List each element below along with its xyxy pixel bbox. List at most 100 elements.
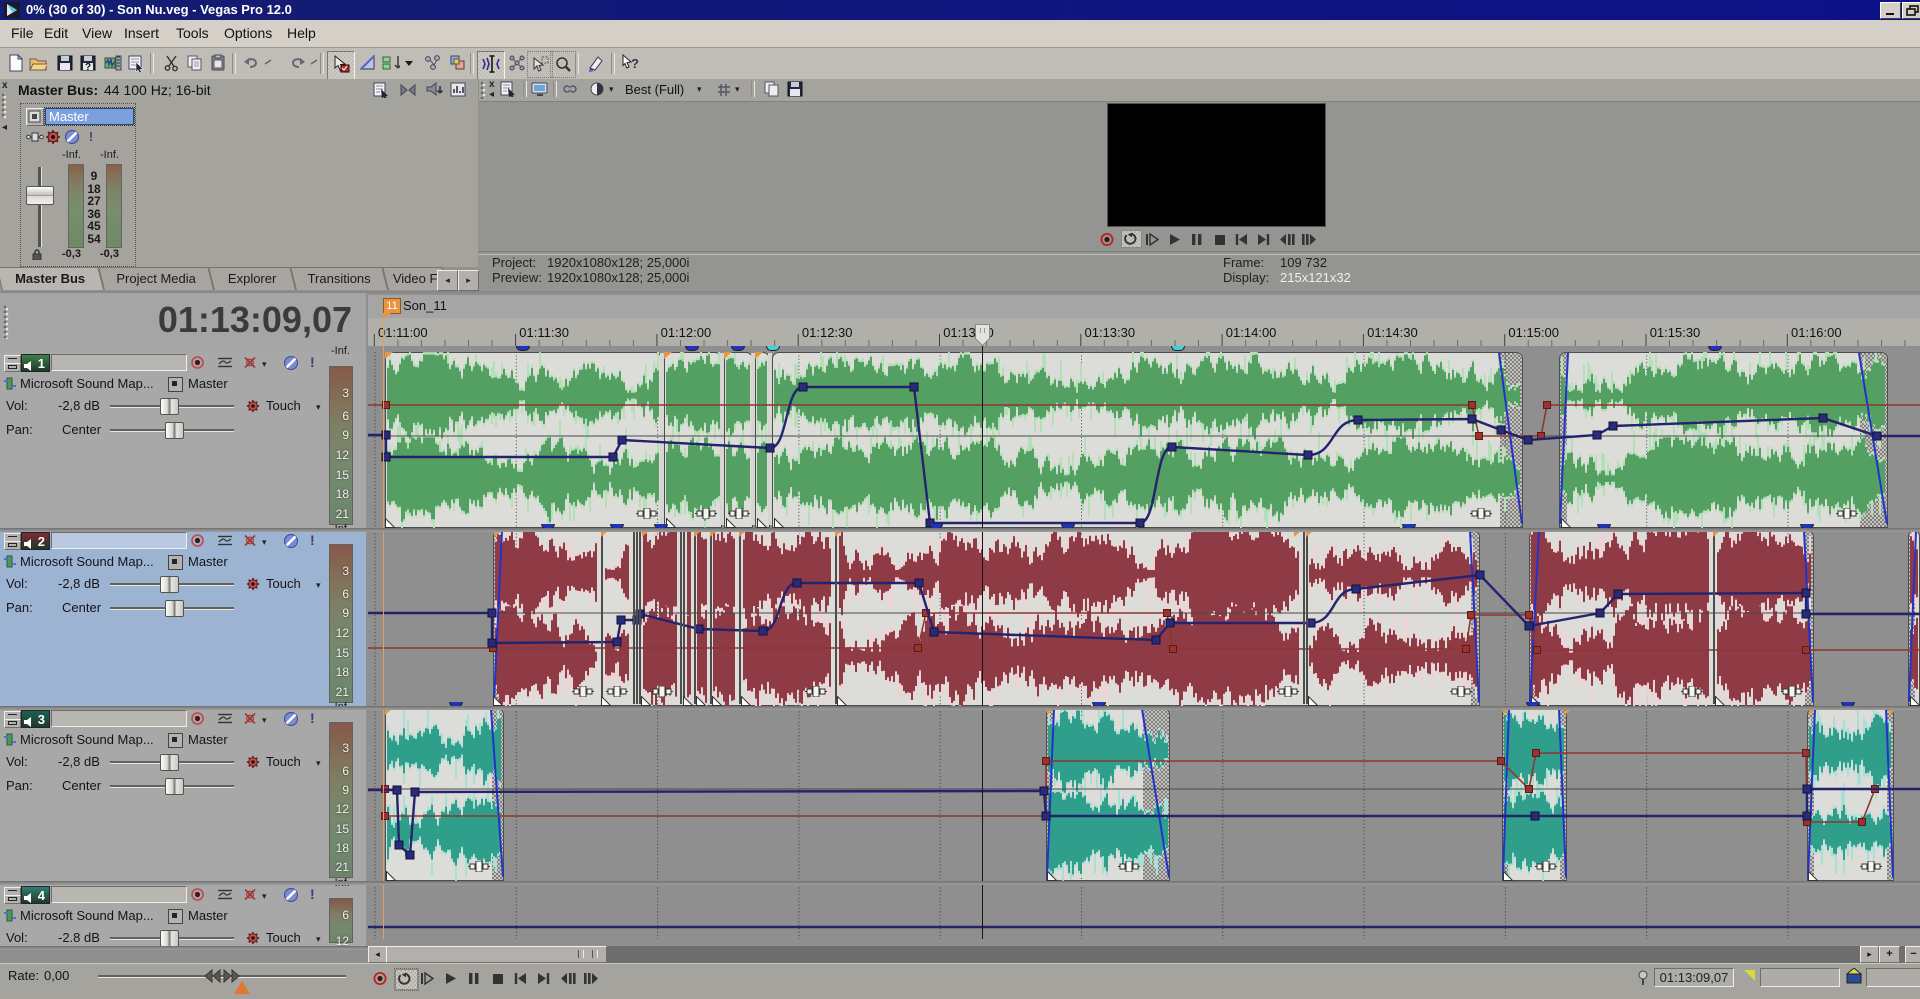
go-to-end-button-main[interactable]	[535, 969, 556, 988]
loop-playback-button[interactable]	[1121, 230, 1142, 248]
event-fx-icon[interactable]	[805, 684, 827, 695]
event-fade-handle[interactable]	[386, 868, 396, 878]
event-fx-icon[interactable]	[1781, 684, 1803, 695]
input-routing-icon[interactable]	[3, 377, 17, 391]
menu-insert[interactable]: Insert	[122, 20, 161, 46]
undo-icon[interactable]	[240, 51, 264, 78]
bus-assign-button[interactable]	[168, 377, 183, 392]
solo-icon[interactable]: !	[83, 129, 99, 145]
copy-snapshot-icon[interactable]	[763, 81, 781, 98]
automation-drop-arrow[interactable]: ▾	[316, 934, 321, 945]
automation-mode[interactable]: Touch	[266, 930, 301, 945]
event-fx-icon[interactable]	[1860, 859, 1882, 870]
event-fade-handle[interactable]	[385, 515, 395, 525]
tab-master-bus[interactable]: Master Bus	[0, 267, 104, 290]
preview-quality-label[interactable]: Best (Full)	[625, 82, 684, 97]
vol-value[interactable]: -2,8 dB	[58, 754, 100, 769]
quality-drop-arrow2[interactable]: ▾	[697, 84, 702, 95]
event-fx-icon[interactable]	[572, 684, 594, 695]
enable-snapping-icon[interactable]	[477, 51, 505, 80]
tab-explorer[interactable]: Explorer	[208, 267, 296, 290]
automation-drop-arrow[interactable]: ▾	[316, 758, 321, 769]
track-restore-button[interactable]	[4, 363, 21, 372]
menu-options[interactable]: Options	[222, 20, 274, 46]
auto-crossfades-icon[interactable]	[505, 51, 529, 78]
track-device-name[interactable]: Microsoft Sound Map...	[20, 732, 154, 747]
solo-button[interactable]: !	[310, 532, 318, 548]
grid-drop-arrow[interactable]: ▾	[735, 84, 740, 95]
loop-playback-button-main[interactable]	[395, 969, 418, 990]
track-device-name[interactable]: Microsoft Sound Map...	[20, 554, 154, 569]
save-icon[interactable]	[53, 51, 77, 78]
automation-gear-icon[interactable]	[246, 754, 260, 768]
paste-icon[interactable]	[206, 51, 230, 78]
solo-button[interactable]: !	[310, 886, 318, 902]
automation-mode[interactable]: Touch	[266, 398, 301, 413]
views-icon[interactable]	[372, 82, 390, 99]
event-fade-handle[interactable]	[1910, 693, 1920, 703]
track-bus-name[interactable]: Master	[188, 908, 228, 923]
previous-frame-button[interactable]	[1277, 232, 1296, 247]
fx-drop-arrow[interactable]: ▾	[262, 891, 267, 902]
arm-record-button[interactable]	[190, 533, 205, 548]
event-fade-handle[interactable]	[641, 693, 651, 703]
track-name-field[interactable]	[51, 710, 187, 727]
time-ruler[interactable]: 01:11:0001:11:3001:12:0001:12:3001:13:00…	[368, 318, 1920, 347]
automation-drop-arrow[interactable]: ▾	[316, 402, 321, 413]
event-fx-icon[interactable]	[1836, 506, 1858, 517]
automation-mode[interactable]: Touch	[266, 754, 301, 769]
event-fx-icon[interactable]	[1118, 859, 1140, 870]
menu-file[interactable]: File	[9, 20, 36, 46]
quality-drop-arrow[interactable]: ▾	[609, 84, 614, 95]
event-fx-icon[interactable]	[651, 684, 673, 695]
downmix-icon[interactable]	[399, 82, 417, 99]
hscroll-left-button[interactable]: ◂	[368, 946, 387, 963]
video-overlay-icon[interactable]	[561, 81, 579, 98]
event-fade-handle[interactable]	[726, 515, 736, 525]
event-fade-handle[interactable]	[601, 693, 611, 703]
track-restore-button[interactable]	[4, 541, 21, 550]
track-envelope-button[interactable]	[217, 355, 233, 370]
stop-button-main[interactable]	[489, 969, 510, 988]
automation-drop-arrow[interactable]: ▾	[316, 580, 321, 591]
play-button[interactable]	[1166, 232, 1185, 247]
redo-icon[interactable]	[285, 51, 309, 78]
marker-tag[interactable]: 11	[383, 298, 401, 314]
event-fade-handle[interactable]	[712, 693, 722, 703]
track-number-box[interactable]: 1	[21, 354, 50, 372]
input-routing-icon[interactable]	[3, 733, 17, 747]
event-fade-handle[interactable]	[696, 693, 706, 703]
mute-button[interactable]	[283, 355, 298, 370]
track-header-3[interactable]: 3▾!36912151821-Inf.Microsoft Sound Map..…	[0, 708, 366, 881]
vol-slider-handle[interactable]	[160, 754, 179, 771]
event-fx-icon[interactable]	[468, 859, 490, 870]
event-fade-handle[interactable]	[1503, 868, 1513, 878]
interactive-tutorials-icon[interactable]	[585, 51, 609, 78]
bus-name-field[interactable]: Master	[45, 108, 134, 125]
bus-assign-button[interactable]	[168, 555, 183, 570]
track-number-box[interactable]: 2	[21, 532, 50, 550]
rate-value[interactable]: 0,00	[44, 968, 69, 983]
play-from-start-button-main[interactable]	[419, 969, 440, 988]
hscroll-right-button[interactable]: ▸	[1860, 946, 1879, 963]
menu-view[interactable]: View	[80, 20, 114, 46]
go-to-end-button[interactable]	[1255, 232, 1274, 247]
zoom-in-button[interactable]: +	[1879, 946, 1900, 963]
event-fx-icon[interactable]	[1681, 684, 1703, 695]
zoom-tool-icon[interactable]	[550, 51, 576, 78]
track-envelope-button[interactable]	[217, 711, 233, 726]
track-fx-button[interactable]	[242, 887, 259, 902]
selection-length-box[interactable]	[1866, 968, 1920, 987]
meter-options-icon[interactable]	[449, 82, 467, 99]
track-name-field[interactable]	[51, 886, 187, 903]
lock-envelopes-icon[interactable]	[421, 51, 445, 78]
dock-grip[interactable]	[480, 81, 488, 99]
vol-slider-handle[interactable]	[160, 930, 179, 947]
dock-collapse-button[interactable]: ◂	[2, 123, 7, 132]
track-device-name[interactable]: Microsoft Sound Map...	[20, 908, 154, 923]
redo-drop-icon[interactable]	[308, 51, 320, 78]
timeline-hscrollbar[interactable]: ◂▸+−	[368, 946, 1920, 963]
track-number-box[interactable]: 3	[21, 710, 50, 728]
copy-icon[interactable]	[183, 51, 207, 78]
pan-slider-handle[interactable]	[165, 422, 184, 439]
